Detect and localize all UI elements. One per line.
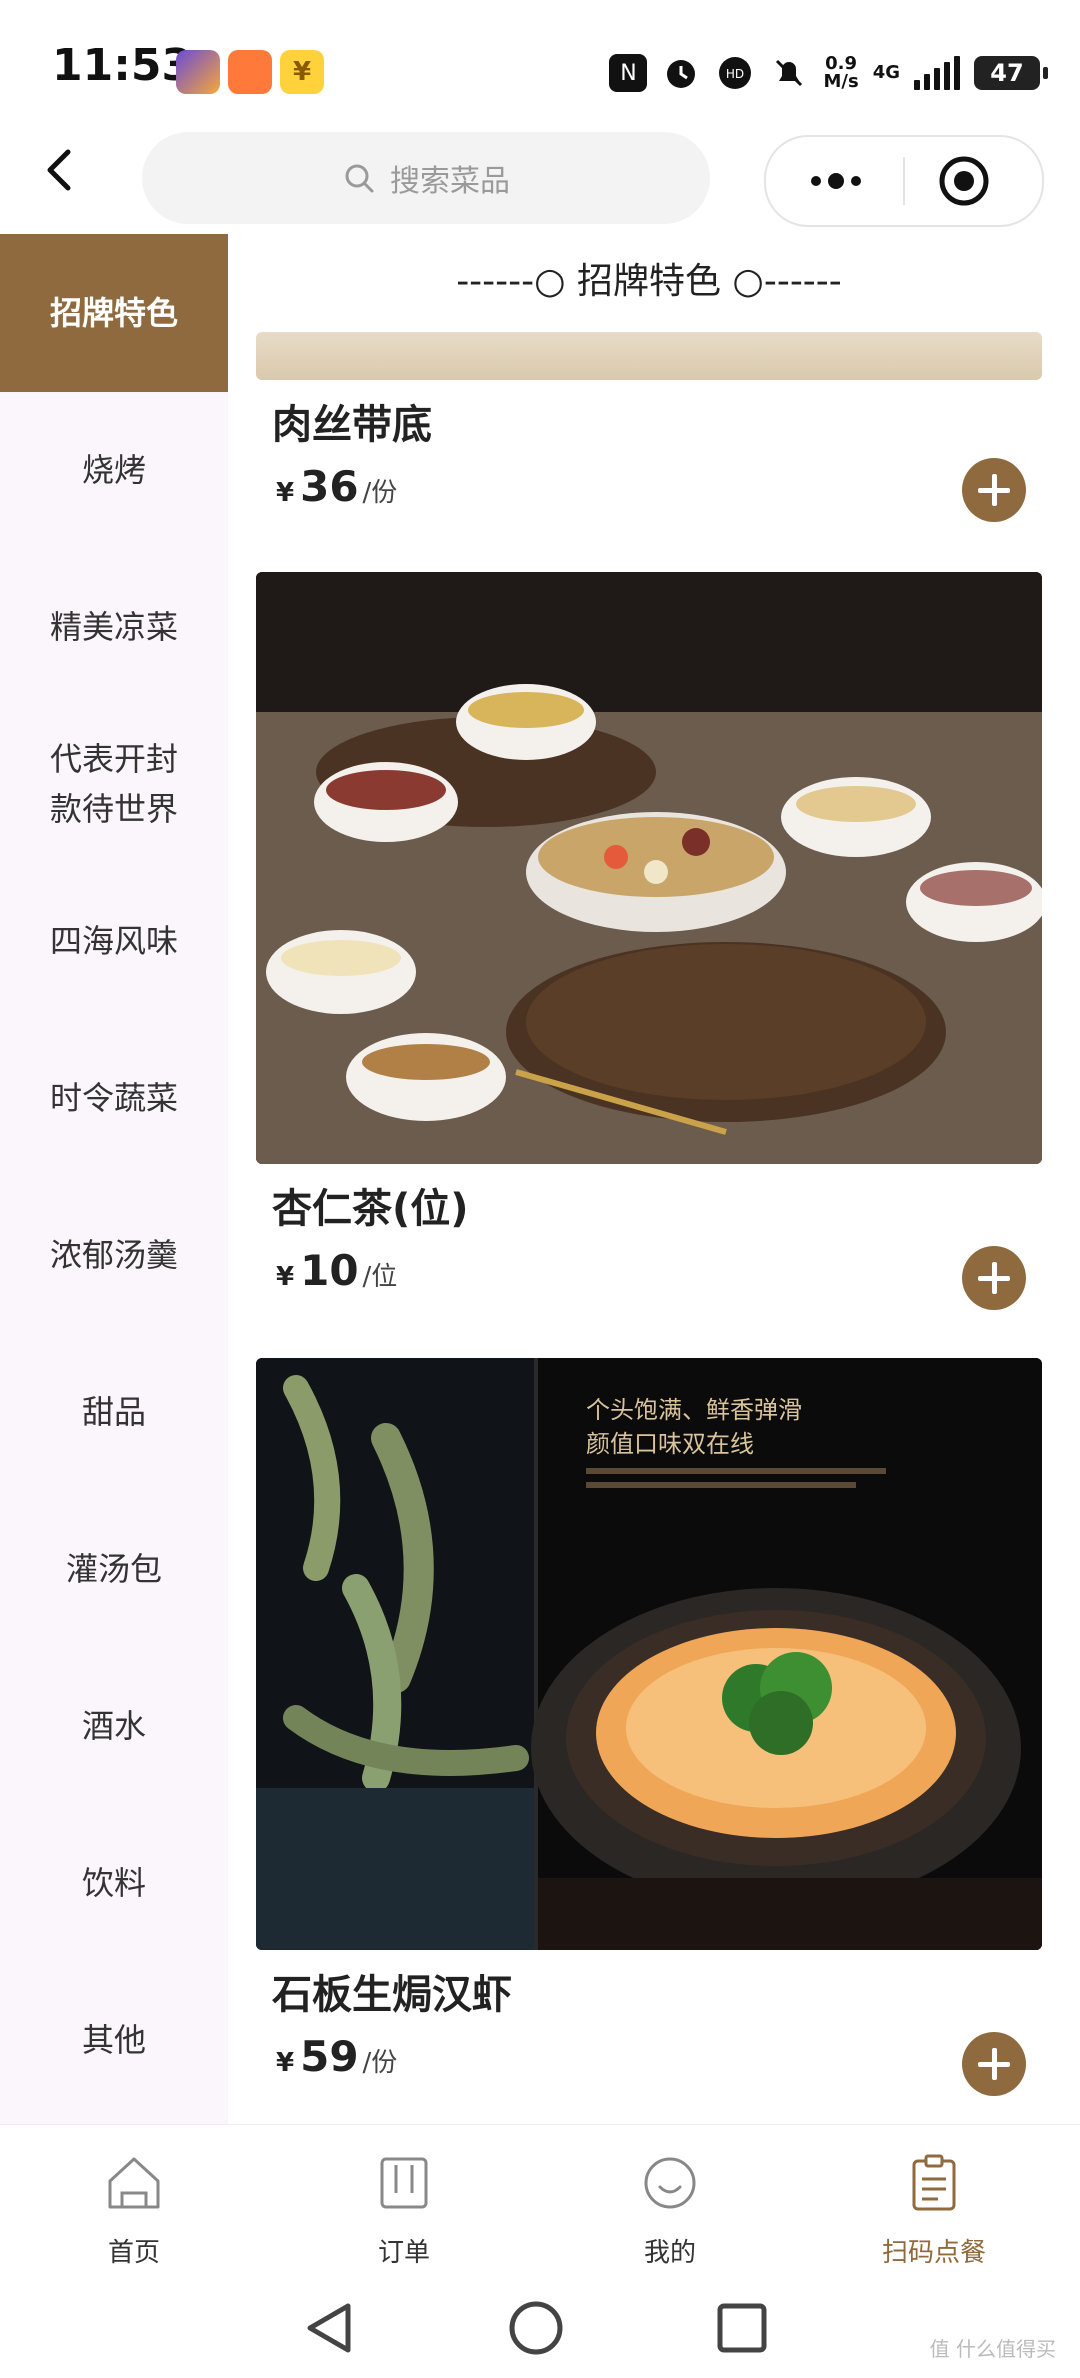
mute-icon [776,59,803,87]
chevron-left-icon [47,149,71,191]
sidebar-item-label: 时令蔬菜 [49,1079,178,1117]
app-notification-icon [228,50,272,94]
search-input[interactable]: 搜索菜品 [142,132,710,224]
dish-name: 石板生焗汉虾 [272,1972,512,2018]
currency-symbol: ¥ [276,2048,295,2078]
add-to-cart-button[interactable] [962,1246,1026,1310]
tab-scan-order[interactable]: 扫码点餐 [834,2153,1034,2269]
sidebar-item-label: 浓郁汤羹 [49,1236,178,1274]
sidebar-item-soup-dumplings[interactable]: 灌汤包 [0,1490,228,1648]
sidebar-item-beverages[interactable]: 饮料 [0,1804,228,1962]
dish-image[interactable] [256,332,1042,380]
app-notification-icon [176,50,220,94]
tab-label: 首页 [107,2238,160,2268]
status-bar: 11:53 ¥ N HD 0.9 M/s 4G 47 [0,0,1080,130]
dish-price: ¥ 36 /份 [276,462,397,511]
dish-name: 肉丝带底 [272,402,432,448]
photo-caption-line1: 个头饱满、鲜香弹滑 [586,1396,802,1424]
sidebar-item-label: 甜品 [81,1393,146,1431]
watermark: 值 什么值得买 [929,2337,1056,2361]
currency-symbol: ¥ [276,1262,295,1292]
sidebar-item-bbq[interactable]: 烧烤 [0,391,228,549]
target-close-icon [939,156,989,206]
category-sidebar: 招牌特色 烧烤 精美凉菜 代表开封 款待世界 四海风味 时令蔬菜 浓郁汤羹 甜品… [0,234,228,2124]
alarm-icon [667,60,696,88]
sidebar-item-signature[interactable]: 招牌特色 [0,234,228,392]
nfc-icon: N [609,54,648,92]
sidebar-item-label: 招牌特色 [49,294,178,332]
add-to-cart-button[interactable] [962,458,1026,522]
net-speed-unit: M/s [823,71,859,92]
section-title: ------○ 招牌特色 ○------ [456,261,842,302]
system-home-icon[interactable] [506,2298,566,2358]
battery-level: 47 [990,59,1024,87]
tab-home[interactable]: 首页 [34,2153,234,2269]
tab-label: 扫码点餐 [881,2238,986,2268]
system-navigation-bar: 值 什么值得买 [0,2278,1080,2378]
more-button[interactable] [806,167,866,195]
sidebar-item-desserts[interactable]: 甜品 [0,1333,228,1491]
tab-label: 订单 [377,2238,430,2268]
hd-call-icon: HD [719,57,752,89]
add-to-cart-button[interactable] [962,2032,1026,2096]
mini-program-capsule [764,135,1044,227]
network-speed: 0.9 M/s [823,55,858,91]
dish-image[interactable]: 个头饱满、鲜香弹滑 颜值口味双在线 [256,1358,1042,1950]
dish-name: 杏仁茶(位) [272,1186,469,1232]
tab-profile[interactable]: 我的 [570,2153,770,2269]
status-time: 11:53 [52,40,193,91]
price-value: 36 [300,462,359,511]
svg-text:HD: HD [726,67,744,81]
shrimp-dish-photo: 个头饱满、鲜香弹滑 颜值口味双在线 [256,1358,1042,1950]
orders-icon [380,2157,428,2209]
dish-price: ¥ 59 /份 [276,2032,397,2081]
signal-icon [914,56,960,90]
close-mini-program-button[interactable] [938,155,990,207]
tab-orders[interactable]: 订单 [304,2153,504,2269]
sidebar-item-soups[interactable]: 浓郁汤羹 [0,1176,228,1334]
dish-price: ¥ 10 /位 [276,1246,397,1295]
price-value: 59 [300,2032,359,2081]
search-icon [345,164,374,193]
battery-icon: 47 [974,56,1048,90]
app-notification-icon: ¥ [280,50,324,94]
sidebar-item-label: 其他 [81,2021,146,2059]
almond-tea-photo [256,572,1042,1164]
price-unit: /份 [362,478,398,508]
sidebar-item-vegetables[interactable]: 时令蔬菜 [0,1019,228,1177]
home-icon [108,2157,160,2209]
system-back-icon[interactable] [300,2298,360,2358]
search-placeholder: 搜索菜品 [390,164,510,199]
sidebar-item-label: 精美凉菜 [49,608,178,646]
price-unit: /位 [362,1262,398,1292]
dish-image[interactable] [256,572,1042,1164]
sidebar-item-label: 烧烤 [81,451,146,489]
sidebar-item-label: 灌汤包 [65,1550,162,1588]
sidebar-item-label: 四海风味 [49,922,178,960]
price-value: 10 [300,1246,359,1295]
sidebar-item-alcohol[interactable]: 酒水 [0,1647,228,1805]
sidebar-item-label: 代表开封 款待世界 [49,740,178,828]
bottom-tab-bar: 首页 订单 我的 扫码点餐 [0,2124,1080,2279]
clipboard-icon [912,2154,956,2211]
sidebar-item-others[interactable]: 其他 [0,1961,228,2119]
photo-caption-line2: 颜值口味双在线 [586,1430,754,1458]
smile-icon [644,2157,696,2209]
sidebar-item-kaifeng[interactable]: 代表开封 款待世界 [0,705,228,863]
currency-symbol: ¥ [276,478,295,508]
status-icons: N HD 0.9 M/s 4G 47 [609,48,1048,98]
sidebar-item-label: 饮料 [81,1864,146,1902]
sidebar-item-label: 酒水 [81,1707,146,1745]
back-button[interactable] [30,140,90,200]
more-dots-icon [811,173,861,189]
capsule-divider [903,157,905,205]
sidebar-item-cold-dishes[interactable]: 精美凉菜 [0,548,228,706]
sidebar-item-world-flavors[interactable]: 四海风味 [0,862,228,1020]
network-type: 4G [872,62,900,83]
tab-label: 我的 [643,2238,696,2268]
price-unit: /份 [362,2048,398,2078]
system-recents-icon[interactable] [712,2298,772,2358]
